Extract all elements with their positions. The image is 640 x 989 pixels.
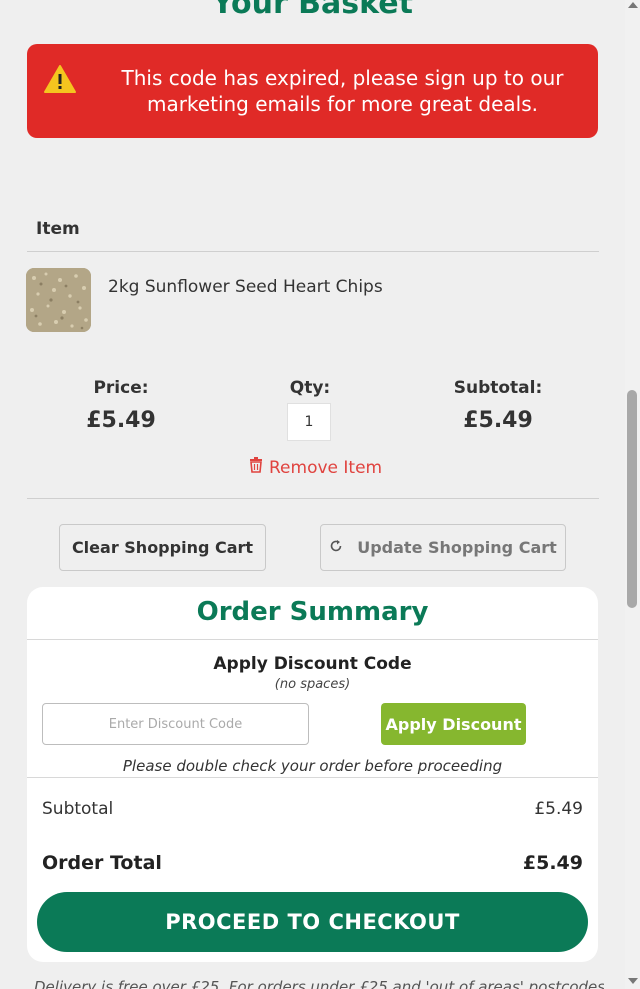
subtotal-value: £5.49 (463, 408, 533, 433)
summary-subtotal-label: Subtotal (42, 799, 114, 819)
summary-subtotal-row: Subtotal £5.49 (42, 799, 583, 819)
qty-label: Qty: (289, 378, 331, 398)
divider (27, 251, 599, 252)
refresh-icon (329, 538, 343, 557)
order-total-row: Order Total £5.49 (42, 852, 583, 874)
update-cart-label: Update Shopping Cart (357, 538, 557, 557)
order-total-label: Order Total (42, 852, 162, 874)
scrollbar-thumb[interactable] (627, 390, 637, 608)
apply-discount-button[interactable]: Apply Discount (381, 703, 526, 745)
update-cart-button[interactable]: Update Shopping Cart (320, 524, 566, 571)
warning-icon (43, 64, 77, 98)
order-summary-panel: Order Summary Apply Discount Code (no sp… (27, 587, 598, 962)
remove-item-label: Remove Item (269, 457, 383, 478)
price-label: Price: (93, 378, 149, 398)
item-column-header: Item (36, 219, 80, 239)
clear-cart-button[interactable]: Clear Shopping Cart (59, 524, 266, 571)
scroll-down-arrow-icon[interactable] (628, 978, 638, 984)
check-order-note: Please double check your order before pr… (122, 757, 503, 775)
order-summary-title: Order Summary (196, 597, 429, 627)
discount-subtitle: (no spaces) (274, 677, 351, 692)
proceed-to-checkout-button[interactable]: PROCEED TO CHECKOUT (37, 892, 588, 952)
expired-code-alert: This code has expired, please sign up to… (27, 44, 598, 138)
qty-input[interactable] (287, 403, 331, 441)
divider (27, 639, 598, 640)
discount-title: Apply Discount Code (213, 654, 412, 674)
divider (27, 498, 599, 499)
delivery-info-text: Delivery is free over £25. For orders un… (34, 978, 604, 989)
price-value: £5.49 (86, 408, 156, 433)
product-thumbnail[interactable] (26, 268, 91, 332)
product-name[interactable]: 2kg Sunflower Seed Heart Chips (108, 277, 383, 297)
subtotal-label: Subtotal: (453, 378, 543, 398)
order-total-value: £5.49 (522, 852, 583, 874)
trash-icon (249, 457, 263, 478)
remove-item-button[interactable]: Remove Item (249, 457, 382, 478)
summary-subtotal-value: £5.49 (534, 799, 583, 819)
divider (27, 777, 598, 778)
alert-message: This code has expired, please sign up to… (121, 66, 564, 116)
page-title: Your Basket (212, 0, 413, 21)
discount-code-input[interactable] (42, 703, 309, 745)
scroll-up-arrow-icon[interactable] (628, 2, 638, 8)
